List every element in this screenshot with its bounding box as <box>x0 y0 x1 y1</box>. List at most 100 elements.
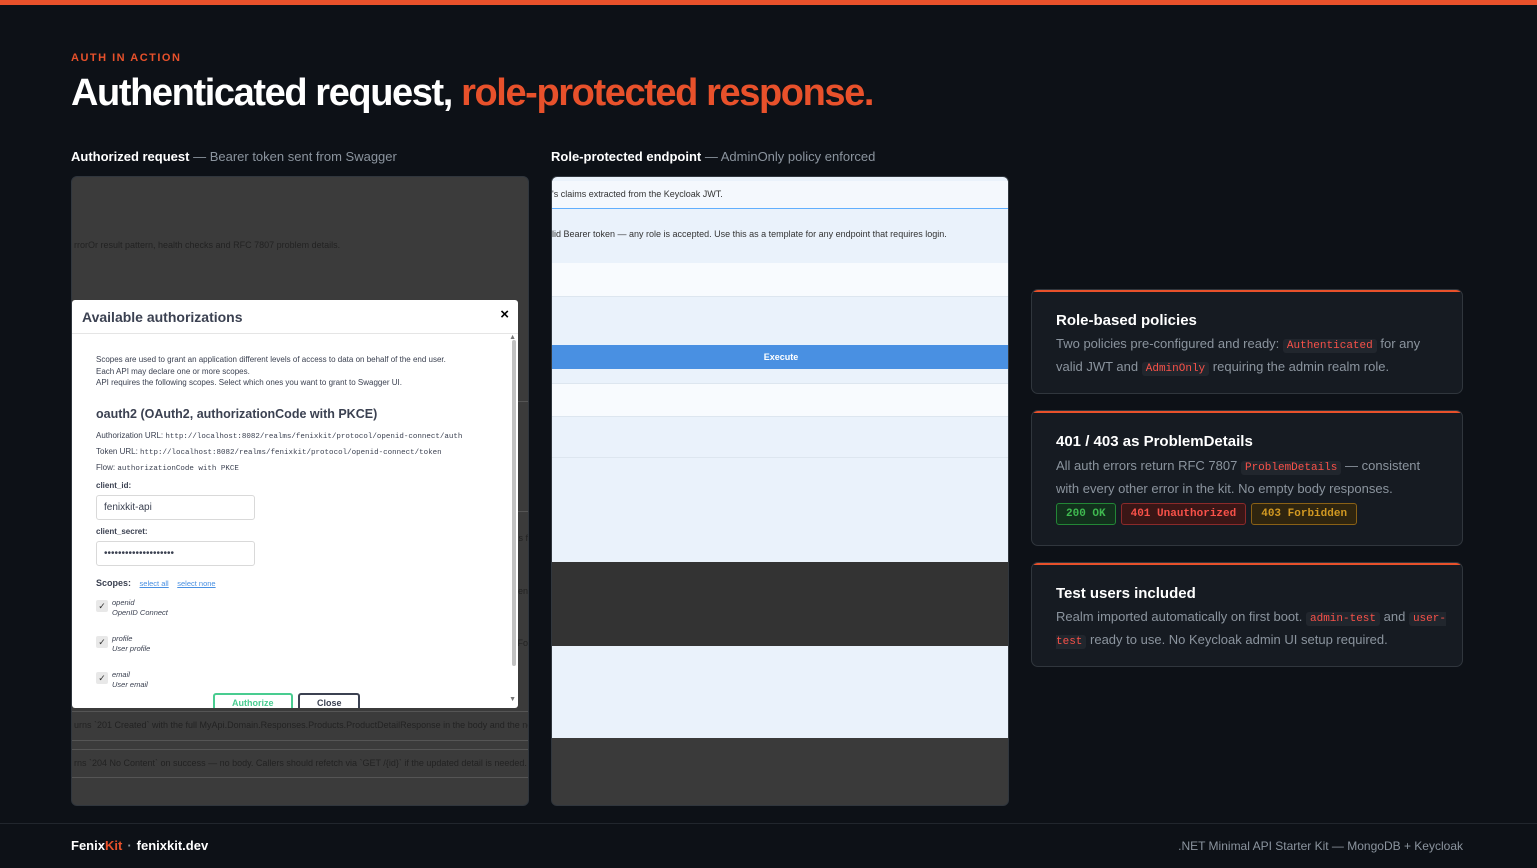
status-badge-403: 403 Forbidden <box>1251 503 1358 525</box>
response-details <box>552 646 1008 738</box>
card-title: 401 / 403 as ProblemDetails <box>1056 433 1253 450</box>
client-id-label: client_id: <box>96 480 132 490</box>
scope-profile[interactable]: ✓ profile User profile <box>96 634 496 667</box>
modal-scrollbar[interactable] <box>512 340 516 666</box>
token-url: Token URL: http://localhost:8082/realms/… <box>96 445 496 460</box>
footer: FenixKit · fenixkit.dev .NET Minimal API S… <box>0 823 1537 868</box>
background-description-text: rrorOr result pattern, health checks and… <box>74 240 341 250</box>
modal-title: Available authorizations <box>82 309 243 325</box>
card-text: All auth errors return RFC 7807 ProblemD… <box>1056 456 1446 498</box>
text-fragment: and <box>1380 609 1409 624</box>
code-snippet: AdminOnly <box>1141 361 1210 376</box>
execute-button[interactable]: Execute <box>552 345 1008 369</box>
brand-accent: Kit <box>104 838 123 853</box>
scope-description: OpenID Connect <box>112 607 168 617</box>
text-fragment: All auth errors return RFC 7807 <box>1056 458 1241 473</box>
select-all-link[interactable]: select all <box>140 579 169 588</box>
status-badge-401: 401 Unauthorized <box>1120 503 1247 525</box>
status-badges: 200 OK 401 Unauthorized 403 Forbidden <box>1056 503 1362 525</box>
auth-scheme-title: oauth2 (OAuth2, authorizationCode with P… <box>96 406 378 421</box>
modal-header: Available authorizations × <box>72 300 518 334</box>
background-description-text: urns `201 Created` with the full MyApi.D… <box>74 720 529 730</box>
client-secret-label: client_secret: <box>96 526 148 536</box>
divider <box>72 777 528 778</box>
client-id-input[interactable]: fenixkit-api <box>96 494 255 520</box>
scopes-label: Scopes: <box>96 577 132 588</box>
card-title: Role-based policies <box>1056 312 1197 329</box>
close-button[interactable]: Close <box>297 693 361 708</box>
swagger-section-row <box>552 263 1008 297</box>
card-problem-details: 401 / 403 as ProblemDetails All auth err… <box>1031 410 1463 546</box>
swagger-section-row <box>552 369 1008 383</box>
code-snippet: admin-test <box>1306 612 1381 626</box>
site-link[interactable]: fenixkit.dev <box>137 838 209 853</box>
swagger-section-row <box>552 383 1008 417</box>
checkbox-checked-icon[interactable]: ✓ <box>96 671 108 684</box>
url-value: http://localhost:8082/realms/fenixkit/pr… <box>140 448 442 457</box>
select-none-link[interactable]: select none <box>177 579 215 588</box>
available-authorizations-modal: Available authorizations × Scopes are us… <box>72 300 518 708</box>
background-description-text: rns `204 No Content` on success — no bod… <box>74 758 527 768</box>
flow-value: authorizationCode with PKCE <box>117 464 239 473</box>
text-fragment: Two policies pre-configured and ready: <box>1056 336 1283 351</box>
scope-name: openid <box>112 597 135 607</box>
text-fragment: ready to use. No Keycloak admin UI setup… <box>1086 631 1388 647</box>
caption-bold: Authorized request <box>71 149 190 164</box>
url-label: Authorization URL: <box>96 430 166 440</box>
code-snippet: Authenticated <box>1282 339 1377 353</box>
modal-body: Scopes are used to grant an application … <box>96 354 496 703</box>
background-fragment: s f <box>518 533 528 543</box>
divider <box>72 749 528 750</box>
url-value: http://localhost:8082/realms/fenixkit/pr… <box>165 432 463 441</box>
card-test-users: Test users included Realm imported autom… <box>1031 562 1463 667</box>
response-area <box>552 458 1008 562</box>
endpoint-summary-text: 's claims extracted from the Keycloak JW… <box>552 189 723 199</box>
divider <box>72 740 528 741</box>
swagger-auth-screenshot: rrorOr result pattern, health checks and… <box>71 176 529 806</box>
dark-footer-area <box>552 738 1008 805</box>
code-snippet: ProblemDetails <box>1240 461 1342 475</box>
caption-bold: Role-protected endpoint <box>551 149 702 164</box>
text-fragment: Realm imported automatically on first bo… <box>1056 609 1306 624</box>
intro-line: API requires the following scopes. Selec… <box>96 378 402 387</box>
eyebrow-label: AUTH IN ACTION <box>71 52 182 64</box>
card-title: Test users included <box>1056 585 1196 602</box>
caption-rest: — AdminOnly policy enforced <box>701 149 876 164</box>
scope-name: profile <box>112 633 133 643</box>
close-icon[interactable]: × <box>500 306 509 323</box>
swagger-section-row <box>552 297 1008 345</box>
flow-label: Flow: <box>96 462 118 472</box>
swagger-endpoint-screenshot: 's claims extracted from the Keycloak JW… <box>551 176 1009 806</box>
intro-line: Each API may declare one or more scopes. <box>96 366 250 376</box>
top-accent-bar <box>0 0 1537 5</box>
scope-name: email <box>112 669 130 679</box>
scroll-down-arrow-icon[interactable]: ▼ <box>509 696 516 703</box>
card-role-based-policies: Role-based policies Two policies pre-con… <box>1031 289 1463 394</box>
footer-brand: FenixKit · fenixkit.dev <box>71 838 208 853</box>
checkbox-checked-icon[interactable]: ✓ <box>96 599 108 612</box>
url-label: Token URL: <box>96 446 141 456</box>
client-secret-input[interactable]: •••••••••••••••••••• <box>96 540 255 566</box>
card-text: Realm imported automatically on first bo… <box>1056 607 1446 652</box>
authorization-url: Authorization URL: http://localhost:8082… <box>96 429 496 444</box>
page-title: Authenticated request, role-protected re… <box>71 72 874 115</box>
brand-name: Fenix <box>71 838 105 853</box>
swagger-section-row <box>552 417 1008 458</box>
text-fragment: requiring the admin realm role. <box>1209 358 1390 374</box>
caption-rest: — Bearer token sent from Swagger <box>189 149 397 164</box>
flow: Flow: authorizationCode with PKCE <box>96 461 496 476</box>
divider <box>72 711 528 712</box>
status-badge-200: 200 OK <box>1056 503 1116 525</box>
scope-description: User profile <box>112 643 151 653</box>
scopes-row: Scopes: select all select none <box>96 578 496 588</box>
background-fragment: Fo <box>517 638 528 648</box>
authorize-button[interactable]: Authorize <box>213 693 293 708</box>
footer-tagline: .NET Minimal API Starter Kit — MongoDB +… <box>1178 839 1463 853</box>
title-main: Authenticated request, <box>71 72 462 114</box>
card-text: Two policies pre-configured and ready: A… <box>1056 334 1446 379</box>
checkbox-checked-icon[interactable]: ✓ <box>96 635 108 648</box>
background-fragment: en <box>517 586 528 596</box>
scope-openid[interactable]: ✓ openid OpenID Connect <box>96 598 496 631</box>
intro-line: Scopes are used to grant an application … <box>96 355 446 364</box>
left-screenshot-caption: Authorized request — Bearer token sent f… <box>71 149 397 164</box>
